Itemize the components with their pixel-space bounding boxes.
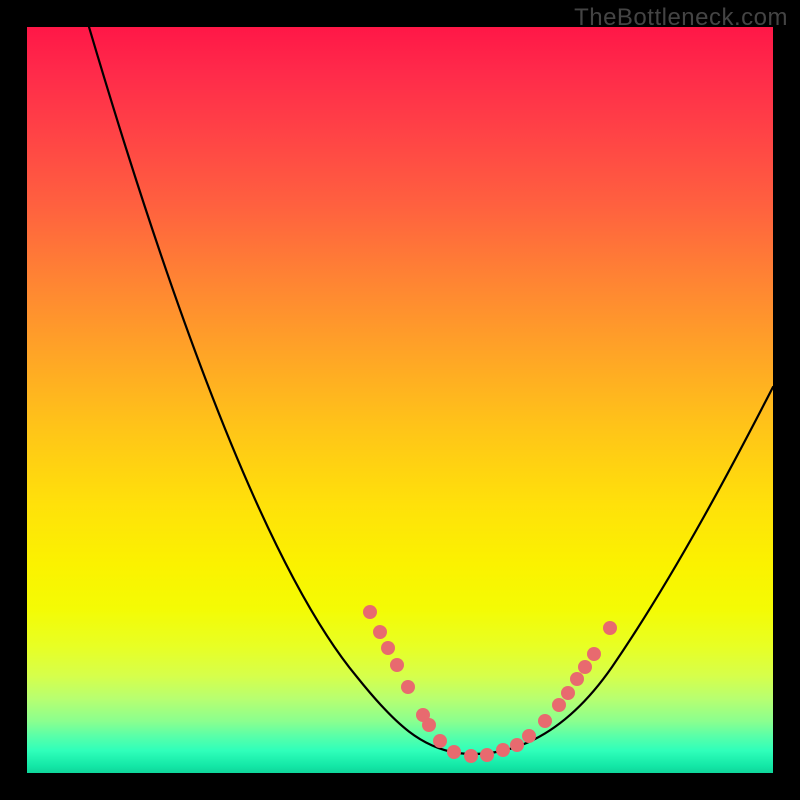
chart-frame: TheBottleneck.com — [0, 0, 800, 800]
curve-marker — [570, 672, 584, 686]
curve-marker — [433, 734, 447, 748]
curve-marker — [363, 605, 377, 619]
curve-marker — [401, 680, 415, 694]
curve-marker — [522, 729, 536, 743]
curve-marker — [561, 686, 575, 700]
plot-area — [27, 27, 773, 773]
marker-group — [363, 605, 617, 763]
curve-marker — [587, 647, 601, 661]
curve-marker — [603, 621, 617, 635]
curve-marker — [510, 738, 524, 752]
curve-marker — [447, 745, 461, 759]
curve-marker — [538, 714, 552, 728]
curve-marker — [578, 660, 592, 674]
watermark-text: TheBottleneck.com — [574, 4, 788, 32]
curve-marker — [552, 698, 566, 712]
curve-marker — [464, 749, 478, 763]
curve-svg — [27, 27, 773, 773]
curve-marker — [390, 658, 404, 672]
curve-marker — [422, 718, 436, 732]
bottleneck-curve — [89, 27, 773, 754]
curve-marker — [480, 748, 494, 762]
curve-marker — [381, 641, 395, 655]
curve-marker — [373, 625, 387, 639]
curve-marker — [496, 743, 510, 757]
